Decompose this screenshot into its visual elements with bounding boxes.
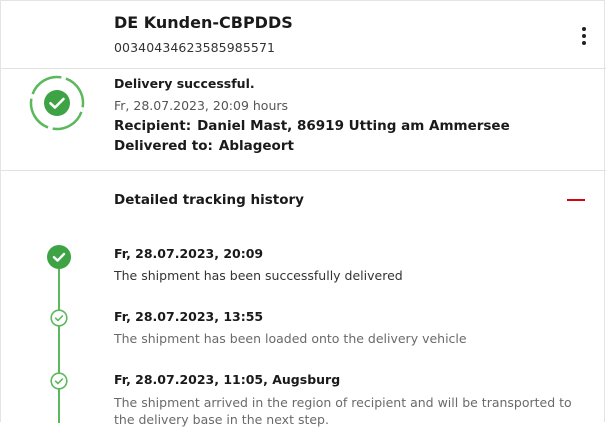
check-filled-icon bbox=[47, 245, 71, 269]
more-vertical-icon[interactable] bbox=[577, 26, 591, 48]
delivered-to-label: Delivered to: bbox=[114, 138, 213, 154]
recipient-line: Recipient: Daniel Mast, 86919 Utting am A… bbox=[114, 118, 510, 134]
delivered-to-line: Delivered to: Ablageort bbox=[114, 138, 294, 154]
shipment-header: DE Kunden-CBPDDS 00340434623585985571 bbox=[1, 1, 604, 69]
recipient-value: Daniel Mast, 86919 Utting am Ammersee bbox=[197, 118, 510, 134]
menu-dot bbox=[582, 27, 586, 31]
tracking-number: 00340434623585985571 bbox=[114, 40, 276, 55]
delivery-status-title: Delivery successful. bbox=[114, 76, 255, 91]
event-date: Fr, 28.07.2023, 13:55 bbox=[114, 309, 264, 324]
tracking-history-title: Detailed tracking history bbox=[114, 192, 304, 208]
delivery-time: Fr, 28.07.2023, 20:09 hours bbox=[114, 98, 289, 113]
menu-dot bbox=[582, 34, 586, 38]
tracking-history-toggle[interactable]: Detailed tracking history bbox=[1, 171, 604, 231]
event-description: The shipment arrived in the region of re… bbox=[114, 395, 572, 427]
divider bbox=[1, 68, 606, 69]
delivered-to-value: Ablageort bbox=[218, 138, 294, 154]
menu-dot bbox=[582, 41, 586, 45]
minus-icon[interactable] bbox=[567, 199, 585, 201]
event-description: The shipment has been successfully deliv… bbox=[114, 268, 403, 283]
shipment-name: DE Kunden-CBPDDS bbox=[114, 13, 293, 32]
timeline-line bbox=[58, 255, 60, 423]
event-date: Fr, 28.07.2023, 11:05, Augsburg bbox=[114, 372, 341, 387]
check-outline-icon bbox=[50, 309, 68, 327]
shipment-card: DE Kunden-CBPDDS 00340434623585985571 De… bbox=[0, 0, 606, 427]
recipient-label: Recipient: bbox=[114, 118, 192, 134]
check-circle-icon bbox=[29, 75, 85, 131]
event-date: Fr, 28.07.2023, 20:09 bbox=[114, 246, 264, 261]
event-description: The shipment has been loaded onto the de… bbox=[114, 331, 467, 346]
check-outline-icon bbox=[50, 372, 68, 390]
